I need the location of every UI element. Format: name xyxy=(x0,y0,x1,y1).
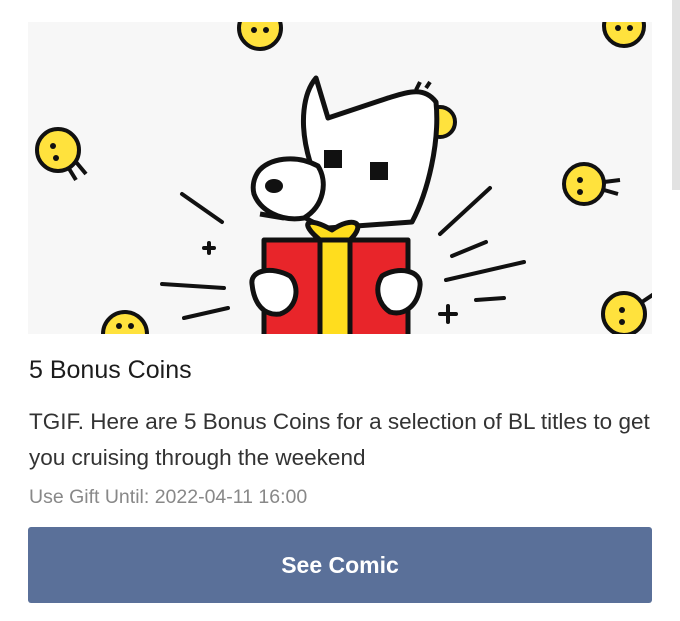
banner-artwork xyxy=(28,22,652,334)
gift-card: 5 Bonus Coins TGIF. Here are 5 Bonus Coi… xyxy=(0,0,680,621)
scrollbar[interactable] xyxy=(672,0,680,190)
coin-mascot-icon xyxy=(237,22,283,51)
gift-banner-illustration xyxy=(28,22,652,334)
gift-box-icon xyxy=(249,219,423,334)
gift-title: 5 Bonus Coins xyxy=(29,356,192,384)
gift-expiry-date: Use Gift Until: 2022-04-11 16:00 xyxy=(29,486,308,508)
gift-description: TGIF. Here are 5 Bonus Coins for a selec… xyxy=(29,409,650,470)
see-comic-button[interactable]: See Comic xyxy=(28,527,652,603)
coin-mascot-icon xyxy=(602,22,646,48)
